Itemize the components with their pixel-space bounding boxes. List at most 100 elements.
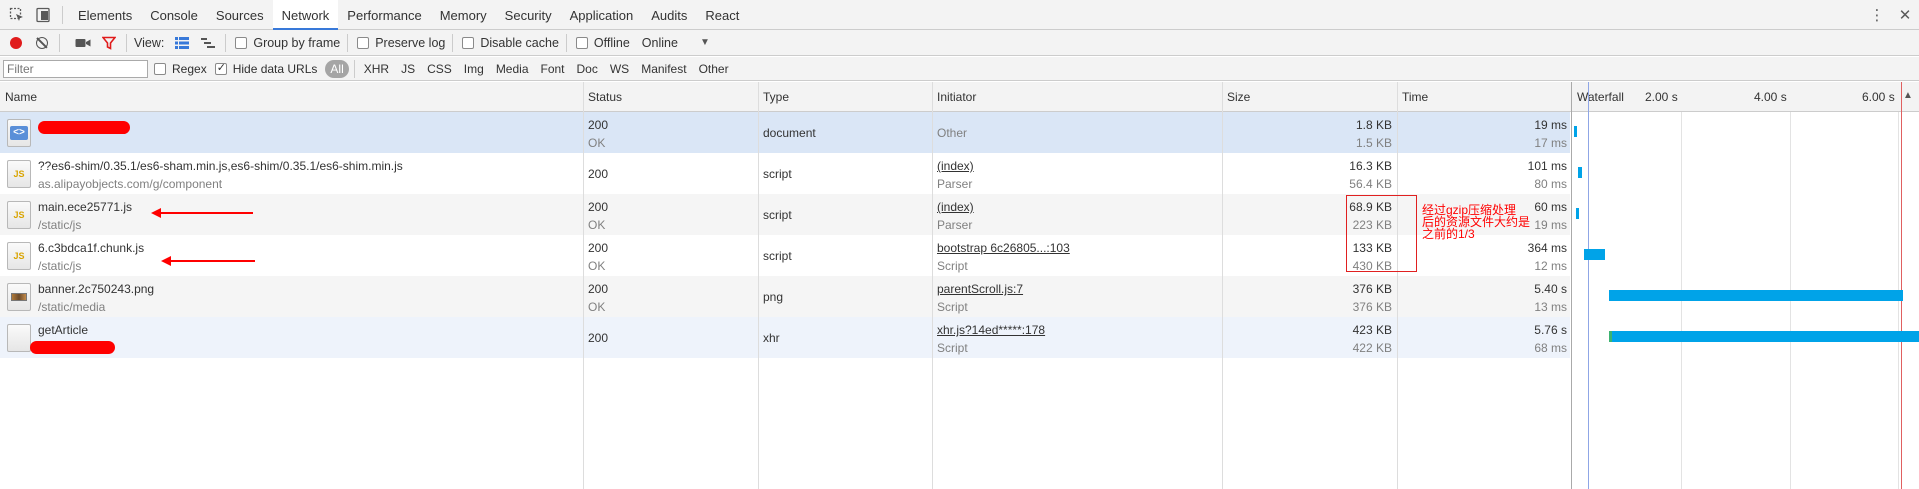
initiator-link[interactable]: parentScroll.js:7 — [937, 282, 1023, 296]
filter-type-manifest[interactable]: Manifest — [637, 60, 690, 78]
filter-type-img[interactable]: Img — [460, 60, 488, 78]
table-row[interactable]: getArticle 200 xhr xhr.js?14ed*****:178 S… — [0, 317, 1570, 358]
disable-cache-checkbox[interactable] — [462, 36, 475, 49]
tab-audits[interactable]: Audits — [642, 0, 696, 30]
filter-type-js[interactable]: JS — [397, 60, 419, 78]
column-header-status[interactable]: Status — [583, 82, 622, 112]
initiator-link[interactable]: bootstrap 6c26805...:103 — [937, 241, 1070, 255]
initiator-cell: (index) Parser — [937, 200, 974, 232]
chevron-down-icon[interactable]: ▼ — [700, 37, 710, 48]
annotation-text: 之前的1/3 — [1422, 227, 1475, 241]
column-divider[interactable] — [1222, 82, 1223, 489]
html-file-icon: <> — [7, 119, 31, 147]
name-cell: getArticle — [0, 317, 583, 358]
devtools-tabbar: Elements Console Sources Network Perform… — [0, 0, 1919, 30]
table-row[interactable]: JS main.ece25771.js/static/js 200 OK scri… — [0, 194, 1570, 235]
tab-application[interactable]: Application — [561, 0, 643, 30]
inspect-element-icon[interactable] — [8, 6, 26, 24]
size-cell: 16.3 KB 56.4 KB — [1349, 159, 1392, 191]
table-row[interactable]: JS ??es6-shim/0.35.1/es6-sham.min.js,es6… — [0, 153, 1570, 194]
filter-type-font[interactable]: Font — [537, 60, 569, 78]
network-request-table: Name Status Type Initiator Size Time Wat… — [0, 82, 1919, 489]
divider — [225, 33, 227, 52]
waterfall-area — [1572, 82, 1919, 489]
filter-type-xhr[interactable]: XHR — [360, 60, 393, 78]
initiator-cell: (index) Parser — [937, 159, 974, 191]
status-cell: 200 — [588, 167, 609, 181]
preserve-log-checkbox[interactable] — [357, 36, 370, 49]
view-label: View: — [134, 35, 165, 50]
initiator-link[interactable]: xhr.js?14ed*****:178 — [937, 323, 1045, 337]
redacted-path — [30, 341, 115, 354]
table-row[interactable]: <> 200 OK document Other 1.8 KB 1.5 KB 19 … — [0, 112, 1570, 153]
time-cell: 19 ms 17 ms — [1534, 118, 1567, 150]
name-cell: banner.2c750243.png/static/media — [0, 276, 583, 317]
filter-input[interactable] — [3, 59, 148, 78]
initiator-cell: bootstrap 6c26805...:103 Script — [937, 241, 1070, 273]
column-divider[interactable] — [758, 82, 759, 489]
tab-memory[interactable]: Memory — [431, 0, 496, 30]
name-cell: JS ??es6-shim/0.35.1/es6-sham.min.js,es6… — [0, 153, 583, 194]
column-divider[interactable] — [583, 82, 584, 489]
large-rows-icon[interactable] — [172, 33, 192, 53]
waterfall-bar[interactable] — [1578, 167, 1582, 178]
filter-type-other[interactable]: Other — [695, 60, 733, 78]
waterfall-bar[interactable] — [1574, 126, 1577, 137]
hide-data-urls-checkbox[interactable] — [214, 61, 227, 75]
record-icon[interactable] — [6, 33, 26, 53]
table-row[interactable]: banner.2c750243.png/static/media 200 OK p… — [0, 276, 1570, 317]
tab-network[interactable]: Network — [272, 0, 339, 30]
tab-elements[interactable]: Elements — [69, 0, 141, 30]
column-divider[interactable] — [932, 82, 933, 489]
capture-screenshots-icon[interactable] — [73, 33, 93, 53]
filter-bar: Regex Hide data URLs All XHR JS CSS Img … — [0, 57, 1919, 81]
time-cell: 5.40 s 13 ms — [1534, 282, 1567, 314]
filter-icon[interactable] — [99, 33, 119, 53]
name-cell: JS 6.c3bdca1f.chunk.js/static/js — [0, 235, 583, 276]
column-header-type[interactable]: Type — [758, 82, 789, 112]
table-row[interactable]: JS 6.c3bdca1f.chunk.js/static/js 200 OK s… — [0, 235, 1570, 276]
divider — [62, 5, 63, 24]
tab-sources[interactable]: Sources — [207, 0, 273, 30]
type-cell: script — [763, 249, 792, 263]
column-header-size[interactable]: Size — [1222, 82, 1250, 112]
load-event-marker — [1901, 82, 1902, 489]
offline-checkbox[interactable] — [575, 36, 588, 49]
filter-type-media[interactable]: Media — [492, 60, 533, 78]
regex-checkbox[interactable] — [154, 62, 166, 75]
clear-icon[interactable] — [32, 33, 52, 53]
overview-icon[interactable] — [198, 33, 218, 53]
column-divider[interactable] — [1397, 82, 1398, 489]
status-cell: 200 OK — [588, 282, 609, 314]
throttle-select[interactable]: Online — [642, 36, 678, 50]
tab-console[interactable]: Console — [141, 0, 207, 30]
close-devtools-icon[interactable]: ✕ — [1891, 6, 1919, 24]
regex-label: Regex — [172, 61, 207, 76]
column-header-name[interactable]: Name — [0, 82, 37, 112]
divider — [59, 33, 60, 52]
filter-type-ws[interactable]: WS — [606, 60, 633, 78]
tab-performance[interactable]: Performance — [338, 0, 430, 30]
divider — [353, 59, 355, 78]
more-options-icon[interactable]: ⋮ — [1863, 6, 1891, 24]
group-by-frame-checkbox[interactable] — [235, 36, 248, 49]
group-by-frame-label: Group by frame — [253, 35, 341, 50]
waterfall-bar[interactable] — [1609, 331, 1919, 342]
type-cell: script — [763, 167, 792, 181]
filter-type-doc[interactable]: Doc — [573, 60, 602, 78]
tab-react[interactable]: React — [696, 0, 748, 30]
waterfall-bar[interactable] — [1576, 208, 1579, 219]
filter-type-all[interactable]: All — [325, 59, 349, 78]
time-cell: 5.76 s 68 ms — [1534, 323, 1567, 355]
column-header-time[interactable]: Time — [1397, 82, 1428, 112]
column-header-initiator[interactable]: Initiator — [932, 82, 976, 112]
type-cell: script — [763, 208, 792, 222]
filter-type-css[interactable]: CSS — [423, 60, 456, 78]
initiator-link[interactable]: (index) — [937, 159, 974, 173]
initiator-link[interactable]: (index) — [937, 200, 974, 214]
tab-security[interactable]: Security — [496, 0, 561, 30]
waterfall-bar[interactable] — [1609, 290, 1903, 301]
device-toolbar-icon[interactable] — [34, 6, 52, 24]
annotation-arrow — [170, 260, 255, 262]
waterfall-bar[interactable] — [1584, 249, 1605, 260]
